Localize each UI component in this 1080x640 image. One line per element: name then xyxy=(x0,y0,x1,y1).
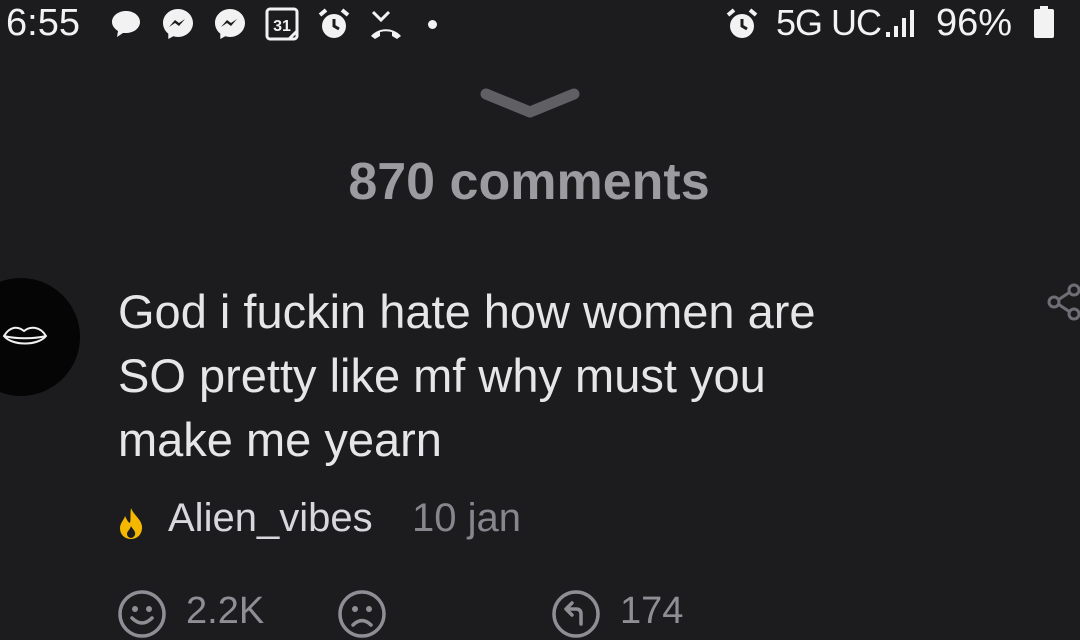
chat-bubble-icon xyxy=(112,11,140,37)
smiley-icon[interactable] xyxy=(116,588,168,640)
signal-icon xyxy=(886,10,914,37)
chevron-down-icon[interactable] xyxy=(480,86,580,120)
comment-author[interactable]: Alien_vibes xyxy=(168,496,373,541)
avatar[interactable] xyxy=(0,278,80,396)
status-bar: 6:55 31 5G UC 96% xyxy=(0,0,1080,48)
comment-line: SO pretty like mf why must you xyxy=(118,349,766,402)
comment-text: God i fuckin hate how women are SO prett… xyxy=(118,280,978,472)
comment-line: make me yearn xyxy=(118,413,442,466)
missed-call-icon xyxy=(371,10,401,39)
notification-dot xyxy=(428,20,437,29)
alarm-icon xyxy=(726,8,758,38)
messenger-icon xyxy=(215,9,245,39)
comment-date: 10 jan xyxy=(412,496,521,540)
lips-icon xyxy=(2,326,48,345)
flame-icon xyxy=(120,508,143,539)
alarm-icon xyxy=(318,8,350,38)
comments-count-title: 870 comments xyxy=(348,153,710,211)
network-type: 5G UC xyxy=(776,2,882,43)
calendar-day: 31 xyxy=(273,18,291,35)
comment-line: God i fuckin hate how women are xyxy=(118,285,816,338)
share-icon[interactable] xyxy=(1044,282,1080,322)
battery-icon xyxy=(1034,6,1054,38)
sad-face-icon[interactable] xyxy=(336,588,388,640)
comment-actions: 2.2K 174 xyxy=(0,586,1080,638)
calendar-icon: 31 xyxy=(265,7,299,41)
like-count: 2.2K xyxy=(186,590,265,632)
reply-count: 174 xyxy=(620,590,684,632)
battery-percent: 96% xyxy=(936,2,1013,44)
messenger-icon xyxy=(163,9,193,39)
reply-icon[interactable] xyxy=(550,588,602,640)
status-time: 6:55 xyxy=(6,2,80,44)
